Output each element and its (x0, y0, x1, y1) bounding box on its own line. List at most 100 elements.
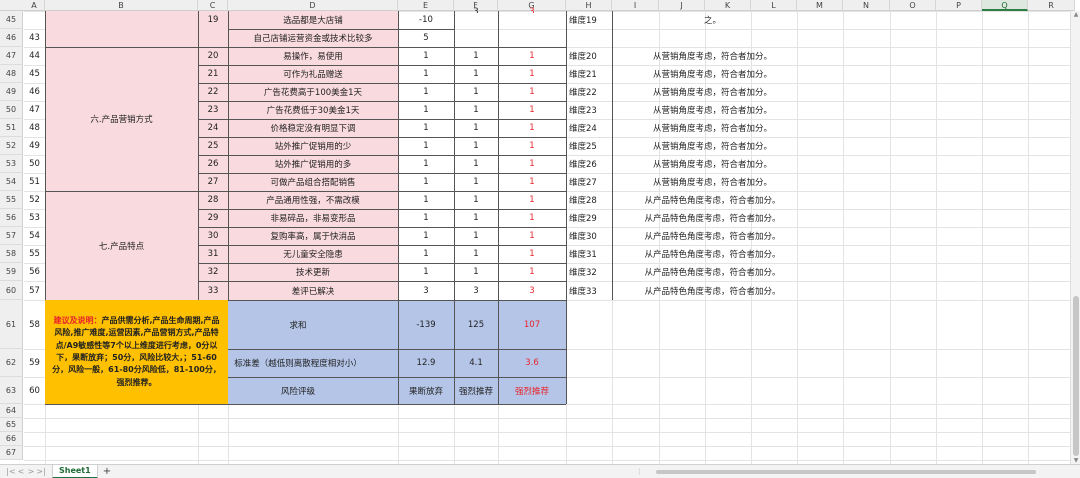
column-header-m[interactable]: M (797, 0, 843, 11)
dimension-number-cell: 21 (198, 65, 228, 83)
row-header[interactable]: 55 (0, 191, 23, 209)
column-header-d[interactable]: D (228, 0, 398, 11)
score-g-cell-partial: 3 (529, 7, 535, 13)
vertical-scrollbar[interactable]: ▲ ▼ (1070, 11, 1080, 464)
table-border (198, 209, 566, 210)
dimension-comment-cell: 从营销角度考虑，符合者加分。 (652, 178, 772, 188)
next-sheet-icon[interactable]: > (26, 467, 36, 476)
column-header-a[interactable]: A (24, 0, 45, 11)
row-header[interactable]: 57 (0, 227, 23, 245)
row-index-cell: 50 (29, 159, 40, 169)
summary-e-cell: -139 (398, 300, 454, 349)
column-header-p[interactable]: P (936, 0, 982, 11)
column-header-c[interactable]: C (198, 0, 228, 11)
dimension-number-cell: 28 (198, 191, 228, 209)
dimension-comment-partial: 之。 (703, 16, 721, 26)
summary-label-cell: 标准差（越低则离散程度相对小） (198, 349, 398, 377)
row-header[interactable]: 67 (0, 446, 23, 460)
row-index-cell: 46 (29, 87, 40, 97)
score-e-cell: 1 (423, 87, 429, 97)
dimension-label-cell: 维度26 (569, 160, 597, 170)
gridline-h (24, 432, 1080, 433)
column-header-q[interactable]: Q (982, 0, 1028, 11)
note-label: 建议及说明： (53, 315, 102, 325)
table-border (198, 119, 566, 120)
table-border (198, 245, 566, 246)
column-header-e[interactable]: E (398, 0, 454, 11)
prev-sheet-icon[interactable]: < (16, 467, 26, 476)
row-header[interactable]: 61 (0, 300, 23, 349)
row-header[interactable]: 52 (0, 137, 23, 155)
column-header-b[interactable]: B (45, 0, 198, 11)
dimension-number-cell: 30 (198, 227, 228, 245)
add-sheet-button[interactable]: + (103, 466, 111, 477)
dimension-number-cell: 22 (198, 83, 228, 101)
dimension-number-cell: 20 (198, 47, 228, 65)
row-header[interactable]: 64 (0, 404, 23, 418)
horizontal-scrollbar[interactable] (648, 468, 1064, 476)
row-header[interactable]: 45 (0, 11, 23, 29)
score-g-cell: 1 (529, 249, 535, 259)
row-header[interactable]: 46 (0, 29, 23, 47)
advice-note-cell[interactable]: 建议及说明：产品供需分析,产品生命周期,产品风险,推广难度,运营因素,产品营销方… (45, 300, 228, 404)
row-header[interactable]: 49 (0, 83, 23, 101)
row-header[interactable]: 62 (0, 349, 23, 377)
row-header[interactable]: 60 (0, 281, 23, 300)
score-e-cell: 1 (423, 105, 429, 115)
row-header[interactable]: 53 (0, 155, 23, 173)
row-header[interactable]: 51 (0, 119, 23, 137)
row-header[interactable]: 66 (0, 432, 23, 446)
table-border (198, 227, 566, 228)
dimension-label-cell: 维度32 (569, 268, 597, 278)
score-f-cell: 1 (473, 159, 479, 169)
horizontal-scroll-thumb[interactable] (656, 470, 1036, 474)
score-f-cell: 1 (473, 123, 479, 133)
scroll-down-icon[interactable]: ▼ (1071, 457, 1080, 464)
last-sheet-icon[interactable]: >| (36, 467, 46, 476)
dimension-label-cell: 维度29 (569, 214, 597, 224)
column-header-k[interactable]: K (705, 0, 751, 11)
tab-splitter-icon[interactable]: ⋮ (636, 468, 643, 476)
row-header[interactable]: 50 (0, 101, 23, 119)
column-header-h[interactable]: H (566, 0, 612, 11)
row-header[interactable]: 54 (0, 173, 23, 191)
dimension-number-cell: 25 (198, 137, 228, 155)
sheet-tab-sheet1[interactable]: Sheet1 (52, 464, 98, 478)
row-header[interactable]: 59 (0, 263, 23, 281)
table-border (198, 173, 566, 174)
dimension-name-cell: 易操作，易使用 (228, 47, 398, 65)
dimension-label-cell: 维度28 (569, 196, 597, 206)
vertical-scroll-thumb[interactable] (1073, 296, 1079, 456)
score-f-cell: 3 (473, 285, 479, 296)
dimension-label-cell: 维度21 (569, 70, 597, 80)
table-border (612, 11, 613, 300)
dimension-name-cell: 自己店铺运营资金或技术比较多 (228, 29, 398, 47)
row-header[interactable]: 56 (0, 209, 23, 227)
score-g-cell: 1 (529, 141, 535, 151)
score-g-cell: 1 (529, 267, 535, 277)
row-header[interactable]: 65 (0, 418, 23, 432)
score-e-cell: 1 (423, 159, 429, 169)
score-e-cell: 1 (423, 249, 429, 259)
column-header-j[interactable]: J (659, 0, 705, 11)
row-header[interactable]: 58 (0, 245, 23, 263)
row-header[interactable]: 47 (0, 47, 23, 65)
row-header[interactable]: 48 (0, 65, 23, 83)
sheet-tab-bar: |< < > >| Sheet1 + ⋮ (0, 464, 1080, 478)
score-f-cell-partial: 3 (473, 7, 479, 13)
spreadsheet-grid[interactable]: ABCDEFGHIJKLMNOPQR 45 46 47 48 49 50 51 52 53 54 5… (0, 0, 1080, 464)
column-header-r[interactable]: R (1028, 0, 1075, 11)
column-header-l[interactable]: L (751, 0, 797, 11)
column-header-n[interactable]: N (843, 0, 890, 11)
first-sheet-icon[interactable]: |< (6, 467, 16, 476)
row-index-cell: 59 (29, 358, 40, 368)
summary-f-cell: 4.1 (454, 349, 498, 377)
scroll-up-icon[interactable]: ▲ (1071, 11, 1080, 18)
dimension-number-cell: 26 (198, 155, 228, 173)
dimension-comment-cell: 从产品特色角度考虑，符合者加分。 (644, 232, 781, 242)
row-header[interactable]: 63 (0, 377, 23, 404)
column-header-i[interactable]: I (612, 0, 659, 11)
dimension-number-cell: 27 (198, 173, 228, 191)
gridline-v (936, 11, 937, 464)
column-header-o[interactable]: O (890, 0, 936, 11)
